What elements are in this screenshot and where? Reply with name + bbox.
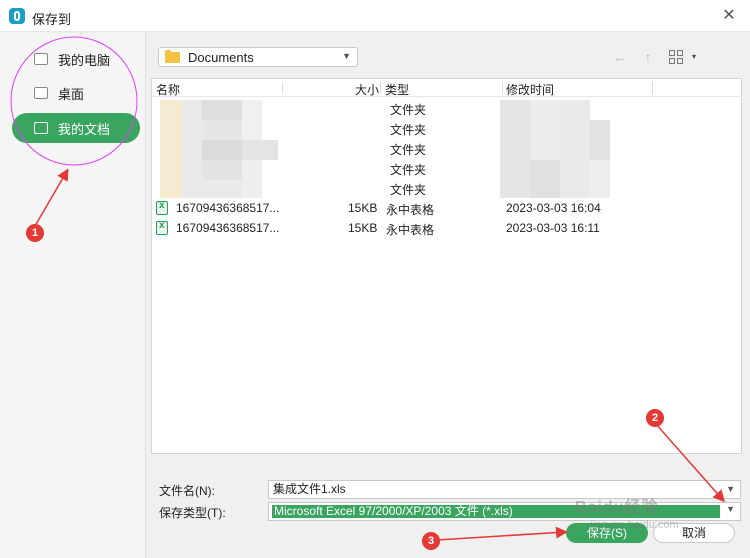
chevron-down-icon: ▼	[342, 51, 351, 61]
main-panel: Documents ▼ ← ↑ ▾ 名称 大小 类型 修改时间 文件夹 文件夹 …	[147, 33, 750, 558]
table-row[interactable]: 16709436368517... 15KB 永中表格 2023-03-03 1…	[152, 219, 741, 239]
filetype-label: 保存类型(T):	[159, 506, 226, 520]
sidebar-item-my-documents[interactable]: 我的文档	[12, 113, 140, 143]
column-type[interactable]: 类型	[385, 81, 409, 98]
folder-row-type: 文件夹	[390, 103, 427, 117]
column-header: 名称 大小 类型 修改时间	[152, 79, 741, 97]
back-button[interactable]: ←	[610, 47, 630, 67]
file-modified: 2023-03-03 16:04	[506, 201, 601, 215]
monitor-icon	[34, 53, 48, 65]
file-list[interactable]: 名称 大小 类型 修改时间 文件夹 文件夹 文件夹 文件夹 文件夹 x 1670…	[151, 78, 742, 454]
folder-icon	[165, 49, 180, 63]
column-name[interactable]: 名称	[156, 81, 180, 98]
app-logo-icon	[9, 8, 25, 24]
annotation-badge-2: 2	[646, 409, 664, 427]
file-modified: 2023-03-03 16:11	[506, 221, 600, 235]
path-label: Documents	[188, 49, 254, 65]
folder-row-type: 文件夹	[390, 163, 427, 177]
file-size: 15KB	[348, 201, 378, 215]
file-name: 16709436368517...	[176, 221, 280, 235]
path-dropdown[interactable]: Documents ▼	[158, 47, 358, 67]
folder-icon	[34, 122, 48, 134]
blurred-name	[182, 100, 202, 198]
chevron-down-icon[interactable]: ▼	[726, 504, 735, 514]
column-size[interactable]: 大小	[355, 81, 379, 98]
filename-value: 集成文件1.xls	[273, 482, 346, 496]
folder-row-type: 文件夹	[390, 123, 427, 137]
spreadsheet-icon	[156, 220, 168, 235]
chevron-down-icon[interactable]: ▼	[726, 481, 735, 498]
blurred-modified	[500, 100, 530, 198]
sidebar-item-desktop[interactable]: 桌面	[12, 78, 140, 108]
sidebar-item-label: 我的电脑	[58, 52, 111, 68]
up-folder-button[interactable]: ↑	[638, 47, 658, 67]
desktop-icon	[34, 87, 48, 99]
places-sidebar: 我的电脑 桌面 我的文档	[0, 33, 146, 558]
folder-row-type: 文件夹	[390, 143, 427, 157]
view-grid-icon[interactable]	[669, 50, 683, 64]
file-size: 15KB	[348, 221, 378, 235]
watermark-url: jingyan.baidu.com	[590, 519, 679, 531]
spreadsheet-icon	[156, 200, 168, 215]
sidebar-item-label: 桌面	[58, 86, 85, 102]
close-button[interactable]: ✕	[718, 6, 740, 26]
view-options-caret[interactable]: ▾	[692, 52, 696, 61]
dialog-title: 保存到	[32, 12, 72, 27]
sidebar-item-my-computer[interactable]: 我的电脑	[12, 44, 140, 74]
sidebar-item-label: 我的文档	[58, 121, 111, 137]
file-name: 16709436368517...	[176, 201, 280, 215]
annotation-badge-1: 1	[26, 224, 44, 242]
watermark-brand: Baidu经验	[575, 499, 659, 516]
table-row[interactable]: 16709436368517... 15KB 永中表格 2023-03-03 1…	[152, 199, 741, 219]
column-modified[interactable]: 修改时间	[506, 81, 554, 98]
file-type: 永中表格	[386, 223, 435, 237]
filename-field[interactable]: 集成文件1.xls ▼	[268, 480, 741, 499]
folder-row-type: 文件夹	[390, 183, 427, 197]
annotation-badge-3: 3	[422, 532, 440, 550]
filename-label: 文件名(N):	[159, 484, 215, 498]
blurred-folder-icons	[160, 100, 182, 198]
title-bar: 保存到 ✕	[0, 0, 750, 32]
file-type: 永中表格	[386, 203, 435, 217]
